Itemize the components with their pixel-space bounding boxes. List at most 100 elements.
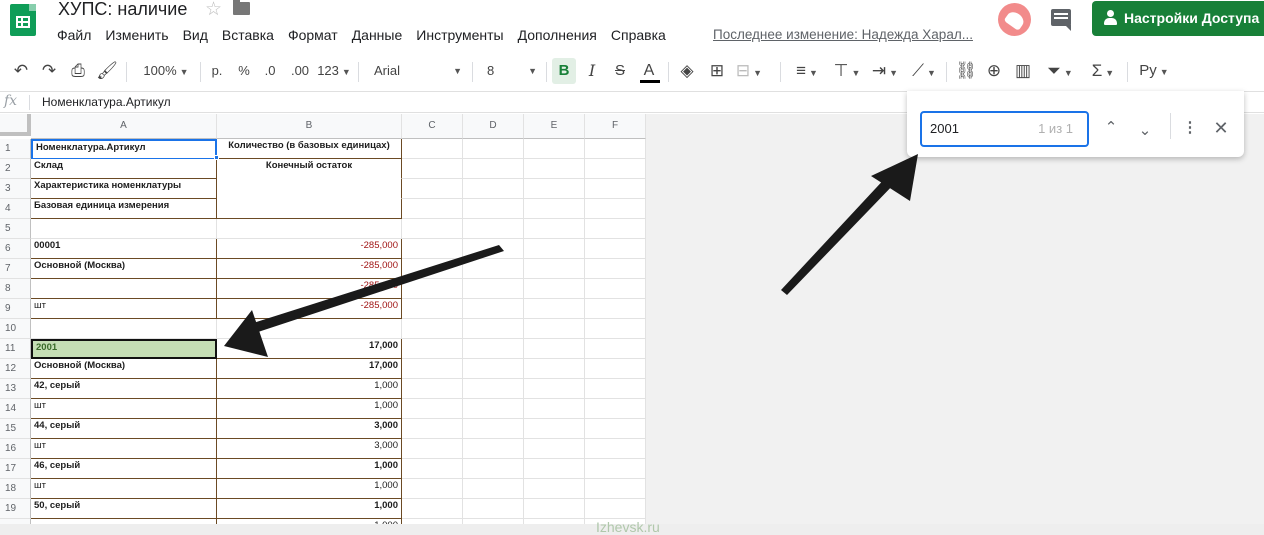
- text-rotate-icon[interactable]: ⟋ ▼: [906, 54, 942, 88]
- cell-a1[interactable]: Номенклатура.Артикул: [31, 139, 217, 159]
- text-wrap-icon[interactable]: ⇥ ▼: [868, 54, 902, 88]
- cell-f15[interactable]: [585, 419, 646, 439]
- menu-edit[interactable]: Изменить: [105, 27, 168, 45]
- insert-comment-icon[interactable]: ⊕: [982, 54, 1006, 88]
- select-all-corner[interactable]: [0, 114, 31, 136]
- cell-c13[interactable]: [402, 379, 463, 399]
- row-header[interactable]: 13: [0, 379, 31, 399]
- decrease-decimal-button[interactable]: .0: [258, 54, 282, 88]
- row-header[interactable]: 11: [0, 339, 31, 359]
- cell-b12[interactable]: 17,000: [217, 359, 402, 379]
- row-header[interactable]: 8: [0, 279, 31, 299]
- row-header[interactable]: 1: [0, 139, 31, 159]
- fill-color-icon[interactable]: ◈: [676, 54, 698, 88]
- cell-b11[interactable]: 17,000: [217, 339, 402, 359]
- insert-link-icon[interactable]: ⛓: [954, 54, 978, 88]
- more-formats-select[interactable]: 123 ▼: [316, 54, 352, 88]
- borders-icon[interactable]: ⊞: [706, 54, 728, 88]
- vertical-align-icon[interactable]: ⊤ ▼: [830, 54, 864, 88]
- print-icon[interactable]: ⎙: [66, 54, 90, 88]
- cell-b3[interactable]: [217, 179, 402, 199]
- cell-f6[interactable]: [585, 239, 646, 259]
- column-header-e[interactable]: E: [524, 114, 585, 139]
- cell-b8[interactable]: -285,000: [217, 279, 402, 299]
- cell-d13[interactable]: [463, 379, 524, 399]
- cell-a13[interactable]: 42, серый: [31, 379, 217, 399]
- cell-d8[interactable]: [463, 279, 524, 299]
- cell-d18[interactable]: [463, 479, 524, 499]
- cell-e11[interactable]: [524, 339, 585, 359]
- cell-b13[interactable]: 1,000: [217, 379, 402, 399]
- row-header[interactable]: 19: [0, 499, 31, 519]
- cell-c3[interactable]: [402, 179, 463, 199]
- cell-f5[interactable]: [585, 219, 646, 239]
- cell-a16[interactable]: шт: [31, 439, 217, 459]
- cell-a5[interactable]: [31, 219, 217, 239]
- cell-e15[interactable]: [524, 419, 585, 439]
- column-header-d[interactable]: D: [463, 114, 524, 139]
- row-header[interactable]: 4: [0, 199, 31, 219]
- formula-input[interactable]: Номенклатура.Артикул: [42, 95, 171, 109]
- comment-history-icon[interactable]: [1051, 9, 1071, 31]
- cell-a10[interactable]: [31, 319, 217, 339]
- input-tools-select[interactable]: Ру ▼: [1134, 54, 1174, 88]
- cell-b18[interactable]: 1,000: [217, 479, 402, 499]
- cell-b7[interactable]: -285,000: [217, 259, 402, 279]
- row-header[interactable]: 9: [0, 299, 31, 319]
- cell-f7[interactable]: [585, 259, 646, 279]
- cell-d6[interactable]: [463, 239, 524, 259]
- column-header-f[interactable]: F: [585, 114, 646, 139]
- cell-e4[interactable]: [524, 199, 585, 219]
- cell-e2[interactable]: [524, 159, 585, 179]
- user-avatar[interactable]: [998, 3, 1031, 36]
- row-header[interactable]: 18: [0, 479, 31, 499]
- cell-f12[interactable]: [585, 359, 646, 379]
- cell-c2[interactable]: [402, 159, 463, 179]
- chevron-up-icon[interactable]: ⌃: [1099, 116, 1123, 140]
- cell-f10[interactable]: [585, 319, 646, 339]
- cell-b19[interactable]: 1,000: [217, 499, 402, 519]
- cell-a14[interactable]: шт: [31, 399, 217, 419]
- cell-d2[interactable]: [463, 159, 524, 179]
- cell-a19[interactable]: 50, серый: [31, 499, 217, 519]
- cell-f8[interactable]: [585, 279, 646, 299]
- document-title[interactable]: ХУПС: наличие: [58, 0, 187, 20]
- row-header[interactable]: 5: [0, 219, 31, 239]
- column-header-b[interactable]: B: [217, 114, 402, 139]
- cell-c8[interactable]: [402, 279, 463, 299]
- cell-e18[interactable]: [524, 479, 585, 499]
- cell-b15[interactable]: 3,000: [217, 419, 402, 439]
- horizontal-align-icon[interactable]: ≡ ▼: [790, 54, 824, 88]
- cell-a9[interactable]: шт: [31, 299, 217, 319]
- cell-f19[interactable]: [585, 499, 646, 519]
- cell-d5[interactable]: [463, 219, 524, 239]
- cell-d15[interactable]: [463, 419, 524, 439]
- insert-chart-icon[interactable]: ▥: [1011, 54, 1035, 88]
- cell-f11[interactable]: [585, 339, 646, 359]
- cell-e5[interactable]: [524, 219, 585, 239]
- cell-d7[interactable]: [463, 259, 524, 279]
- cell-a6[interactable]: 00001: [31, 239, 217, 259]
- cell-a8[interactable]: [31, 279, 217, 299]
- cell-e3[interactable]: [524, 179, 585, 199]
- cell-a11[interactable]: 2001: [31, 339, 217, 359]
- column-header-a[interactable]: A: [31, 114, 217, 139]
- percent-format-button[interactable]: %: [234, 54, 254, 88]
- cell-e6[interactable]: [524, 239, 585, 259]
- row-header[interactable]: 10: [0, 319, 31, 339]
- sheets-logo-icon[interactable]: [10, 4, 36, 36]
- cell-e10[interactable]: [524, 319, 585, 339]
- cell-a17[interactable]: 46, серый: [31, 459, 217, 479]
- functions-icon[interactable]: Σ ▼: [1084, 54, 1122, 88]
- move-folder-icon[interactable]: [233, 0, 250, 15]
- merge-cells-icon[interactable]: ⊟ ▼: [734, 54, 764, 88]
- cell-e14[interactable]: [524, 399, 585, 419]
- cell-d12[interactable]: [463, 359, 524, 379]
- cell-f13[interactable]: [585, 379, 646, 399]
- cell-e9[interactable]: [524, 299, 585, 319]
- last-edit-link[interactable]: Последнее изменение: Надежда Харал...: [713, 27, 981, 42]
- cell-b17[interactable]: 1,000: [217, 459, 402, 479]
- row-header[interactable]: 12: [0, 359, 31, 379]
- cell-b14[interactable]: 1,000: [217, 399, 402, 419]
- redo-icon[interactable]: ↷: [38, 54, 60, 88]
